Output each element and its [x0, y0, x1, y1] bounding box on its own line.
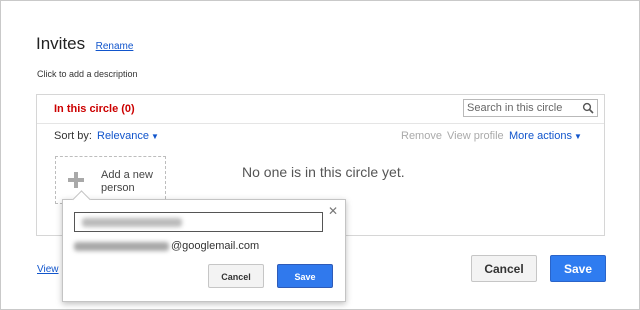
chevron-down-icon: ▼ — [150, 132, 159, 141]
circle-search-box[interactable] — [463, 99, 598, 117]
email-row: @googlemail.com — [74, 240, 259, 252]
description-hint[interactable]: Click to add a description — [37, 69, 138, 79]
view-profile-action: View profile — [447, 130, 504, 142]
sort-value: Relevance — [97, 130, 149, 142]
panel-toolbar: Sort by: Relevance ▼ Remove View profile … — [37, 125, 604, 145]
close-icon[interactable]: ✕ — [328, 204, 338, 218]
remove-action: Remove — [401, 130, 442, 142]
add-person-popup: ✕ @googlemail.com Cancel Save — [62, 190, 346, 302]
plus-icon — [68, 172, 84, 188]
rename-link[interactable]: Rename — [96, 41, 134, 52]
popup-cancel-button[interactable]: Cancel — [208, 264, 264, 288]
add-person-label: Add a new person — [101, 169, 153, 194]
cancel-button[interactable]: Cancel — [471, 255, 537, 282]
more-actions-dropdown[interactable]: More actions ▼ — [509, 130, 582, 142]
circle-search-input[interactable] — [467, 101, 579, 115]
in-circle-heading: In this circle (0) — [54, 103, 135, 115]
save-button[interactable]: Save — [550, 255, 606, 282]
popup-save-button[interactable]: Save — [277, 264, 333, 288]
view-link[interactable]: View — [37, 264, 59, 275]
sort-dropdown[interactable]: Relevance ▼ — [97, 130, 159, 142]
panel-header: In this circle (0) — [37, 95, 604, 124]
more-actions-label: More actions — [509, 130, 572, 142]
sort-label: Sort by: — [54, 130, 92, 142]
search-icon[interactable] — [582, 102, 594, 114]
add-person-tile[interactable]: Add a new person — [55, 156, 166, 204]
redacted-email-user — [74, 241, 169, 251]
person-name-input[interactable] — [74, 212, 323, 232]
circle-title: Invites — [36, 34, 86, 53]
empty-circle-message: No one is in this circle yet. — [242, 164, 405, 180]
circle-dialog: Invites Rename Click to add a descriptio… — [0, 0, 640, 310]
chevron-down-icon: ▼ — [573, 132, 582, 141]
title-row: Invites Rename — [36, 34, 133, 54]
email-domain: @googlemail.com — [171, 240, 260, 252]
redacted-name — [82, 218, 182, 227]
